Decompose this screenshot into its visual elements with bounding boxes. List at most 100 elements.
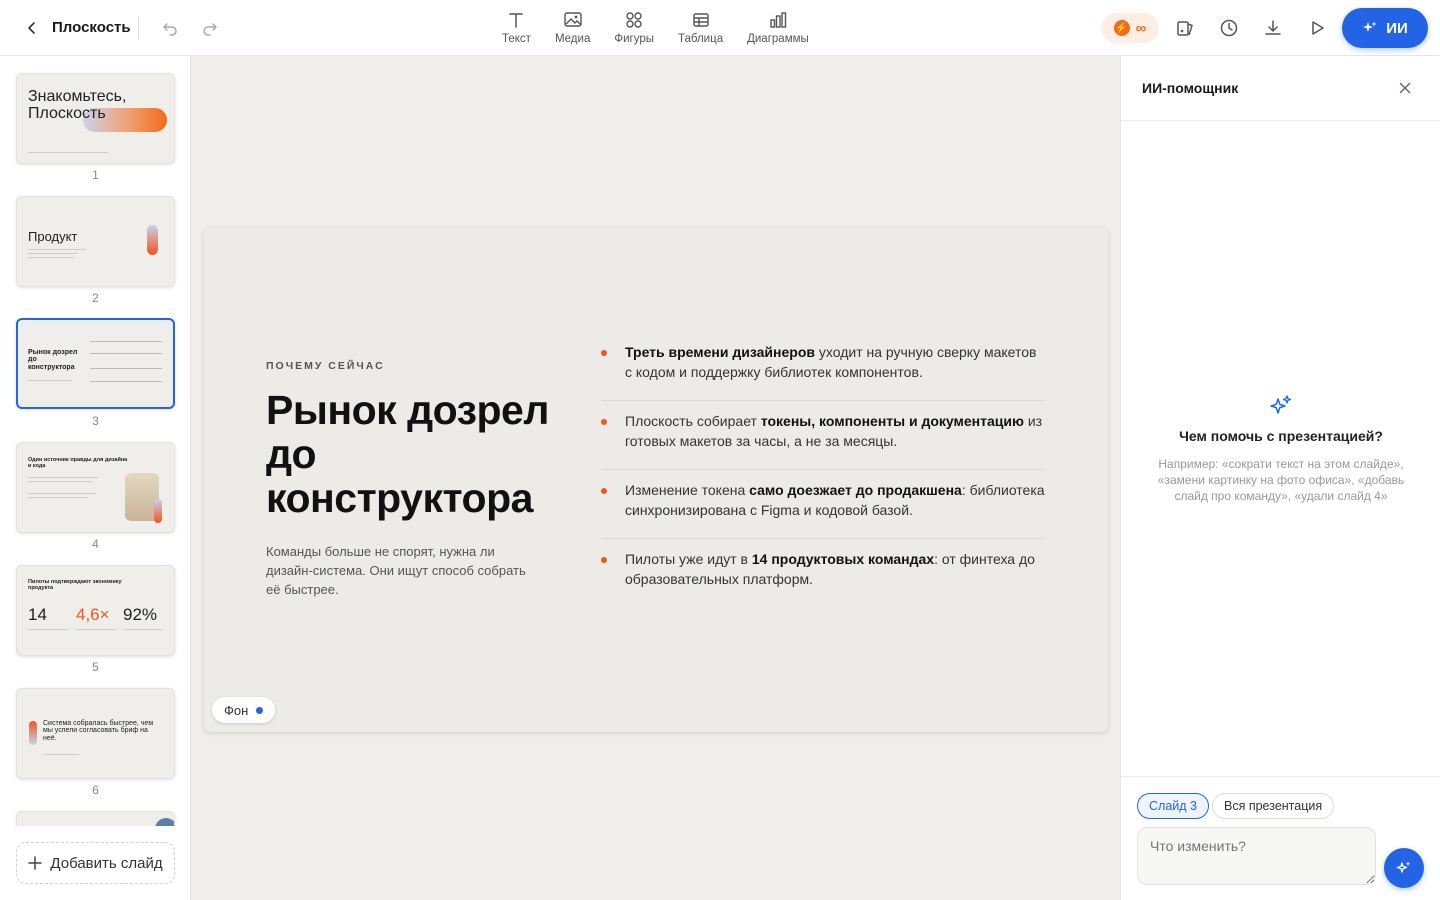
bullet-bold: само доезжает до продакшена (749, 482, 962, 498)
close-icon (1399, 82, 1411, 94)
panel-title: ИИ-помощник (1142, 80, 1239, 96)
download-button[interactable] (1259, 14, 1287, 42)
add-slide-label: Добавить слайд (50, 854, 163, 872)
bullet-item[interactable]: Изменение токена само доезжает до продак… (601, 470, 1045, 539)
insert-toolbar: Текст Медиа Фигуры Таблица Диаграммы (490, 0, 821, 56)
plus-icon (28, 856, 43, 870)
thumb-line (28, 493, 96, 494)
thumb-line (123, 629, 163, 630)
thumb-line (28, 629, 68, 630)
table-icon (692, 13, 709, 27)
history-button[interactable] (1215, 14, 1243, 42)
send-button[interactable] (1384, 848, 1424, 888)
ai-assistant-panel: ИИ-помощник Чем помочь с презентацией? Н… (1120, 56, 1440, 900)
slide-thumbnail-6[interactable]: Система собралась быстрее, чем мы успели… (16, 688, 175, 779)
empty-hint: Например: «сократи текст на этом слайде»… (1157, 457, 1405, 503)
tool-charts[interactable]: Диаграммы (735, 0, 821, 56)
bullet-item[interactable]: Треть времени дизайнеров уходит на ручну… (601, 332, 1045, 401)
tool-label: Текст (502, 33, 531, 45)
slide-headline[interactable]: Рынок дозрел до конструктора (266, 388, 566, 520)
theme-button[interactable] (1171, 14, 1199, 42)
top-bar: Плоскость Текст Медиа Фигуры Таблица Диа… (0, 0, 1440, 56)
bullet-bold: Треть времени дизайнеров (625, 344, 815, 360)
tool-label: Диаграммы (747, 33, 809, 45)
thumb-line (28, 380, 72, 381)
bullet-dot-icon (601, 350, 607, 356)
slide-thumbnail-7[interactable] (16, 811, 175, 826)
bullet-text: Изменение токена (625, 482, 750, 498)
redo-button[interactable] (196, 14, 224, 42)
thumb-title: Продукт (28, 229, 78, 244)
download-icon (1265, 20, 1281, 35)
prompt-input[interactable] (1137, 827, 1376, 885)
tool-table[interactable]: Таблица (666, 0, 735, 56)
close-button[interactable] (1393, 76, 1417, 100)
thumb-title: Знакомьтесь, Плоскость (28, 88, 127, 122)
gradient-pill (147, 225, 158, 255)
present-button[interactable] (1303, 14, 1331, 42)
bullet-item[interactable]: Пилоты уже идут в 14 продуктовых команда… (601, 539, 1045, 607)
bullet-dot-icon (601, 419, 607, 425)
thumb-line (28, 477, 98, 478)
undo-button[interactable] (156, 14, 184, 42)
redo-icon (203, 23, 217, 36)
panel-header: ИИ-помощник (1121, 56, 1440, 121)
slide-number: 6 (92, 783, 99, 797)
play-icon (1312, 21, 1324, 35)
chevron-left-icon (28, 22, 35, 34)
ai-button[interactable]: ИИ (1342, 8, 1428, 48)
slide-thumbnail-1[interactable]: Знакомьтесь, Плоскость (16, 73, 175, 164)
slide-thumbnails: Знакомьтесь, Плоскость 1 Продукт 2 Рынок… (0, 56, 190, 826)
credits-badge[interactable]: ⚡ ∞ (1101, 13, 1159, 43)
ai-button-label: ИИ (1386, 19, 1408, 37)
slides-panel: Знакомьтесь, Плоскость 1 Продукт 2 Рынок… (0, 56, 191, 900)
thumb-line (43, 754, 79, 755)
scope-whole-presentation[interactable]: Вся презентация (1212, 793, 1335, 819)
bullet-bold: 14 продуктовых командах (751, 551, 935, 567)
tool-label: Медиа (554, 33, 591, 45)
text-icon (509, 13, 524, 28)
background-button[interactable]: Фон (212, 697, 276, 723)
empty-question: Чем помочь с презентацией? (1179, 428, 1383, 444)
current-slide[interactable]: ПОЧЕМУ СЕЙЧАС Рынок дозрел до конструкто… (204, 228, 1108, 732)
thumb-line (76, 629, 116, 630)
slide-thumbnail-2[interactable]: Продукт (16, 196, 175, 287)
stat-value: 92% (123, 605, 158, 624)
thumb-line (28, 257, 74, 258)
thumb-title: Один источник правды для дизайна и кода (28, 457, 128, 469)
slide-thumbnail-5[interactable]: Пилоты подтверждают экономику продукта 1… (16, 565, 175, 656)
stat-value: 14 (28, 605, 47, 624)
credits-value: ∞ (1135, 19, 1147, 37)
bullet-dot-icon (601, 557, 607, 563)
divider (138, 16, 139, 40)
slide-thumbnail-3[interactable]: Рынок дозрел до конструктора (16, 318, 175, 409)
bullet-text: Пилоты уже идут в (625, 551, 752, 567)
thumb-line (28, 497, 88, 498)
tool-text[interactable]: Текст (490, 0, 543, 56)
color-dot-icon (256, 706, 264, 714)
shapes-icon (626, 12, 642, 28)
tool-media[interactable]: Медиа (543, 0, 602, 56)
chart-icon (770, 12, 787, 28)
layout-theme-icon (1177, 21, 1193, 36)
sparkle-icon (1363, 21, 1377, 32)
bullet-dot-icon (601, 488, 607, 494)
slide-number: 2 (92, 291, 99, 305)
slide-thumbnail-4[interactable]: Один источник правды для дизайна и кода (16, 442, 175, 533)
stat-value: 4,6× (76, 605, 110, 624)
thumb-image (155, 818, 174, 826)
thumb-title: Пилоты подтверждают экономику продукта (28, 579, 122, 591)
bullet-item[interactable]: Плоскость собирает токены, компоненты и … (601, 401, 1045, 470)
tool-shapes[interactable]: Фигуры (602, 0, 666, 56)
slide-lead-text[interactable]: Команды больше не спорят, нужна ли дизай… (266, 542, 526, 599)
image-icon (563, 12, 582, 27)
back-button[interactable] (18, 14, 46, 42)
lightning-icon: ⚡ (1113, 20, 1130, 36)
thumb-line (90, 353, 162, 354)
background-label: Фон (224, 702, 249, 718)
scope-current-slide[interactable]: Слайд 3 (1137, 793, 1209, 819)
slide-eyebrow[interactable]: ПОЧЕМУ СЕЙЧАС (266, 360, 385, 372)
add-slide-button[interactable]: Добавить слайд (16, 842, 175, 884)
clock-icon (1220, 19, 1238, 37)
document-title[interactable]: Плоскость (52, 19, 131, 36)
